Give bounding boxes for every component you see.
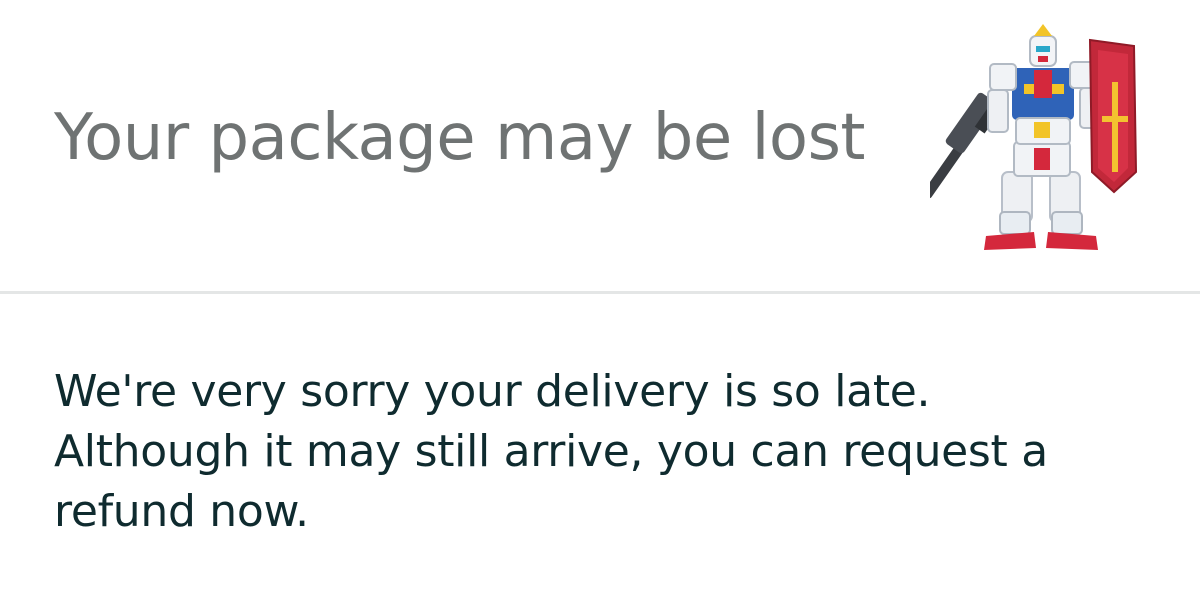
- product-image: [930, 24, 1138, 250]
- apology-message: We're very sorry your delivery is so lat…: [54, 362, 1154, 542]
- lost-package-card: Your package may be lost We're very sorr…: [0, 0, 1200, 597]
- message-line-2: Although it may still arrive, you can re…: [54, 426, 1048, 477]
- message-line-3: refund now.: [54, 486, 309, 537]
- message-line-1: We're very sorry your delivery is so lat…: [54, 366, 931, 417]
- page-title: Your package may be lost: [54, 101, 866, 175]
- section-divider: [0, 291, 1200, 294]
- card-header: Your package may be lost: [0, 0, 1200, 292]
